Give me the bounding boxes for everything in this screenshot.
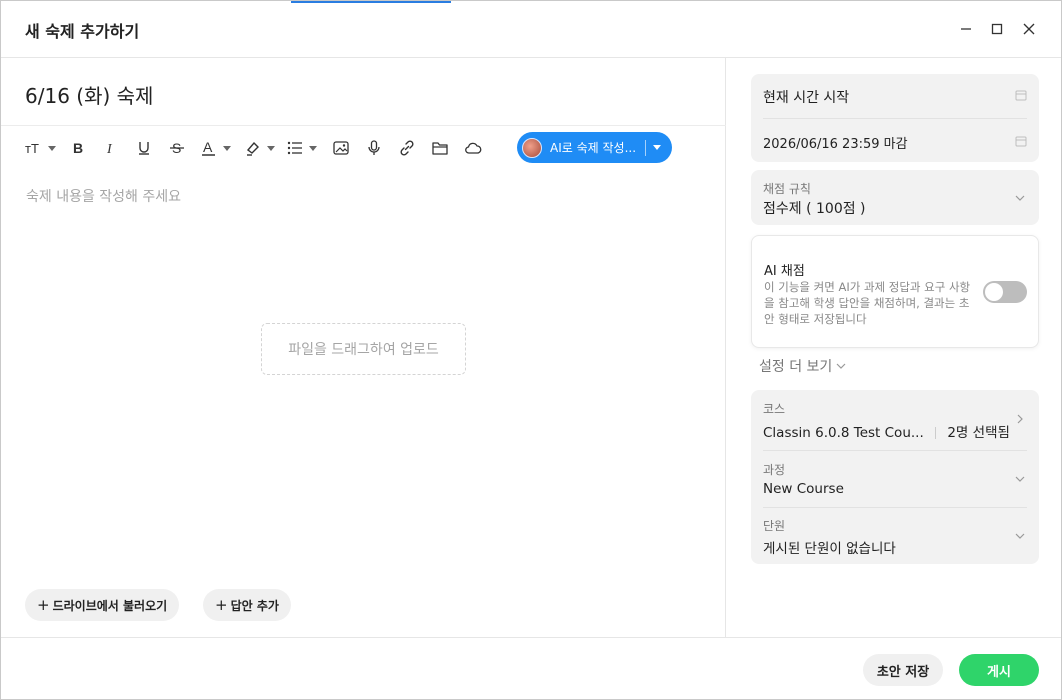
course-divider [935,427,937,439]
course-value: Classin 6.0.8 Test Cou... [763,425,924,441]
course-value-row: Classin 6.0.8 Test Cou... 2명 선택됨 [763,421,1010,441]
ai-grading-description: 이 기능을 켜면 AI가 과제 정답과 요구 사항을 참고해 학생 답안을 채점… [764,280,971,326]
minimize-icon[interactable] [954,17,978,41]
course-label: 코스 [763,402,786,416]
chevron-down-icon [223,145,231,151]
deadline-field[interactable]: 2026/06/16 23:59 마감 [763,133,908,152]
ai-grading-card: AI 채점 이 기능을 켜면 AI가 과제 정답과 요구 사항을 참고해 학생 … [751,235,1039,348]
chevron-down-icon [1015,533,1025,539]
ai-write-homework-button[interactable]: AI로 숙제 작성... [517,132,672,163]
divider [763,507,1027,508]
start-time-field[interactable]: 현재 시간 시작 [763,87,849,107]
close-icon[interactable] [1017,17,1041,41]
chevron-down-icon [1015,476,1025,482]
unit-label: 단원 [763,519,786,533]
homework-content-editor[interactable]: 숙제 내용을 작성해 주세요 [26,186,181,206]
load-from-drive-button[interactable]: + 드라이브에서 불러오기 [25,589,180,621]
dialog-window: 새 숙제 추가하기 6/16 (화) 숙제 тT B I S A AI로 숙제 … [0,0,1062,700]
ai-grading-title: AI 채점 [764,264,805,279]
more-settings-link[interactable]: 설정 더 보기 [759,356,846,376]
chevron-down-icon [48,145,56,151]
plus-icon: + [37,596,50,614]
unit-value: 게시된 단원이 없습니다 [763,541,896,557]
divider [763,450,1027,451]
svg-text:I: I [106,142,113,157]
title-bar: 새 숙제 추가하기 [1,1,1061,58]
process-value: New Course [763,481,844,497]
folder-icon[interactable] [431,136,449,160]
cloud-icon[interactable] [464,136,482,160]
ai-grading-toggle[interactable] [983,281,1027,303]
svg-text:тT: тT [25,141,39,156]
chevron-down-icon[interactable] [653,145,662,150]
text-color-icon[interactable]: A [200,136,231,160]
bold-icon[interactable]: B [69,136,87,160]
grading-rule-value: 점수제 ( 100점 ) [763,201,866,217]
microphone-icon[interactable] [365,136,383,160]
editor-toolbar: тT B I S A AI로 숙제 작성... [1,125,726,169]
highlight-icon[interactable] [244,136,275,160]
svg-text:A: A [203,139,213,155]
homework-title-input[interactable]: 6/16 (화) 숙제 [25,80,153,109]
schedule-card: 현재 시간 시작 2026/06/16 23:59 마감 [751,74,1039,162]
chevron-down-icon [267,145,275,151]
font-size-icon[interactable]: тT [25,136,56,160]
add-answer-label: 답안 추가 [230,598,279,613]
ai-avatar-icon [522,137,542,158]
load-from-drive-label: 드라이브에서 불러오기 [52,598,168,613]
calendar-icon[interactable] [1015,135,1027,147]
editor-panel: 6/16 (화) 숙제 тT B I S A AI로 숙제 작성... 숙제 내… [1,58,726,637]
save-draft-button[interactable]: 초안 저장 [863,654,943,686]
maximize-icon[interactable] [985,17,1009,41]
dialog-title: 새 숙제 추가하기 [25,22,140,41]
grading-rule-select[interactable]: 채점 규칙 점수제 ( 100점 ) [751,170,1039,225]
divider [763,118,1027,119]
list-icon[interactable] [286,136,317,160]
underline-icon[interactable] [135,136,153,160]
calendar-icon[interactable] [1015,89,1027,101]
svg-text:B: B [73,140,83,156]
chevron-down-icon [836,363,846,369]
publish-button[interactable]: 게시 [959,654,1039,686]
process-label: 과정 [763,463,786,477]
chevron-right-icon [1017,414,1023,424]
course-selected-count: 2명 선택됨 [947,425,1010,441]
more-settings-label: 설정 더 보기 [759,359,833,375]
ai-button-label: AI로 숙제 작성... [550,141,637,155]
dialog-footer: 초안 저장 게시 [1,637,1061,700]
chevron-down-icon [1015,195,1025,201]
file-dropzone[interactable]: 파일을 드래그하여 업로드 [261,323,466,375]
settings-panel: 현재 시간 시작 2026/06/16 23:59 마감 채점 규칙 점수제 (… [727,58,1061,637]
link-icon[interactable] [398,136,416,160]
chevron-down-icon [309,145,317,151]
strikethrough-icon[interactable]: S [168,136,186,160]
grading-rule-label: 채점 규칙 [763,182,811,196]
ai-button-divider [645,139,647,156]
add-answer-button[interactable]: + 답안 추가 [203,589,291,621]
italic-icon[interactable]: I [102,136,120,160]
toggle-knob [985,283,1003,301]
image-icon[interactable] [332,136,350,160]
plus-icon: + [215,596,228,614]
course-settings-card: 코스 Classin 6.0.8 Test Cou... 2명 선택됨 과정 N… [751,390,1039,564]
